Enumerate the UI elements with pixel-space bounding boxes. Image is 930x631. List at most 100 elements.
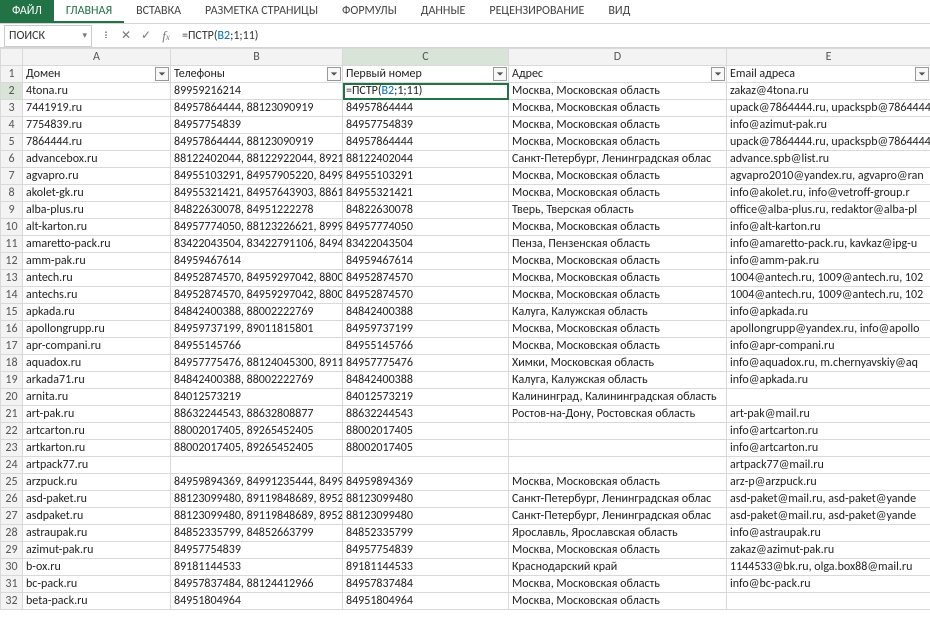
cell[interactable]: Москва, Московская область [509, 287, 727, 304]
select-all-corner[interactable] [1, 49, 23, 66]
tab-insert[interactable]: ВСТАВКА [124, 0, 193, 23]
tab-home[interactable]: ГЛАВНАЯ [54, 0, 124, 23]
row-header[interactable]: 28 [1, 525, 23, 542]
cell[interactable]: 1004@antech.ru, 1009@antech.ru, 102 [727, 287, 930, 304]
cell[interactable]: Москва, Московская область [509, 321, 727, 338]
cell[interactable]: 84957775476, 88124045300, 8911 [171, 355, 343, 372]
cell[interactable]: zakaz@azimut-pak.ru [727, 542, 930, 559]
row-header[interactable]: 13 [1, 270, 23, 287]
cell[interactable] [727, 593, 930, 610]
cell[interactable]: asd-paket.ru [23, 491, 171, 508]
row-header[interactable]: 7 [1, 168, 23, 185]
row-header[interactable]: 6 [1, 151, 23, 168]
row-header[interactable]: 17 [1, 338, 23, 355]
cell[interactable]: office@alba-plus.ru, redaktor@alba-pl [727, 202, 930, 219]
cell[interactable]: Москва, Московская область [509, 593, 727, 610]
cell[interactable]: Москва, Московская область [509, 270, 727, 287]
cell[interactable]: arnita.ru [23, 389, 171, 406]
cell[interactable]: 84959467614 [343, 253, 509, 270]
row-header[interactable]: 20 [1, 389, 23, 406]
cell[interactable]: 84822630078, 84951222278 [171, 202, 343, 219]
fx-button[interactable]: fx [156, 28, 176, 44]
cell[interactable]: 7441919.ru [23, 100, 171, 117]
header-cell[interactable]: Адрес [509, 66, 727, 83]
cell[interactable]: info@apkada.ru [727, 372, 930, 389]
row-header[interactable]: 19 [1, 372, 23, 389]
row-header[interactable]: 31 [1, 576, 23, 593]
cell[interactable]: 84852335799 [343, 525, 509, 542]
cell[interactable]: 88002017405, 89265452405 [171, 423, 343, 440]
cell[interactable]: Ярославль, Ярославская область [509, 525, 727, 542]
filter-dropdown-button[interactable] [711, 67, 725, 81]
cell[interactable]: 84955321421, 84957643903, 8861 [171, 185, 343, 202]
cell[interactable]: Химки, Московская область [509, 355, 727, 372]
cell[interactable]: 84957837484 [343, 576, 509, 593]
cell[interactable] [509, 457, 727, 474]
filter-dropdown-button[interactable] [493, 67, 507, 81]
cell[interactable]: 7754839.ru [23, 117, 171, 134]
row-header[interactable]: 10 [1, 219, 23, 236]
cell[interactable]: astraupak.ru [23, 525, 171, 542]
cell[interactable]: apr-compani.ru [23, 338, 171, 355]
cell[interactable]: zakaz@4tona.ru [727, 83, 930, 100]
cell[interactable]: artpack77.ru [23, 457, 171, 474]
cell[interactable]: 84957864444, 88123090919 [171, 134, 343, 151]
cancel-formula-button[interactable]: ✕ [116, 28, 136, 43]
cell[interactable]: 84957864444 [343, 100, 509, 117]
cell[interactable]: 84957754839 [171, 542, 343, 559]
formula-input[interactable]: =ПСТР(B2;1;11) [176, 27, 930, 45]
cell[interactable]: 7864444.ru [23, 134, 171, 151]
cell[interactable]: info@amm-pak.ru [727, 253, 930, 270]
cell[interactable]: 89181144533 [343, 559, 509, 576]
cell[interactable]: 88123099480 [343, 508, 509, 525]
row-header[interactable]: 3 [1, 100, 23, 117]
cell[interactable]: aquadox.ru [23, 355, 171, 372]
cell[interactable]: 83422043504, 83422791106, 8494 [171, 236, 343, 253]
cell[interactable]: 4tona.ru [23, 83, 171, 100]
row-header[interactable]: 8 [1, 185, 23, 202]
cell[interactable]: 88123099480, 89119848689, 8952 [171, 508, 343, 525]
row-header[interactable]: 1 [1, 66, 23, 83]
cell[interactable]: artpack77@mail.ru [727, 457, 930, 474]
cell[interactable]: Москва, Московская область [509, 168, 727, 185]
filter-dropdown-button[interactable] [155, 67, 169, 81]
row-header[interactable]: 26 [1, 491, 23, 508]
cell[interactable]: 84012573219 [171, 389, 343, 406]
cell[interactable]: info@apr-compani.ru [727, 338, 930, 355]
cell[interactable]: Тверь, Тверская область [509, 202, 727, 219]
cell[interactable]: amaretto-pack.ru [23, 236, 171, 253]
cell[interactable]: asd-paket@mail.ru, asd-paket@yande [727, 491, 930, 508]
cell[interactable]: info@azimut-pak.ru [727, 117, 930, 134]
cell[interactable]: antech.ru [23, 270, 171, 287]
cell[interactable]: 84951804964 [171, 593, 343, 610]
cell[interactable]: Краснодарский край [509, 559, 727, 576]
cell[interactable]: 88632244543 [343, 406, 509, 423]
cell[interactable]: azimut-pak.ru [23, 542, 171, 559]
cell[interactable]: info@akolet.ru, info@vetroff-group.r [727, 185, 930, 202]
header-cell[interactable]: Email адреса [727, 66, 930, 83]
row-header[interactable]: 23 [1, 440, 23, 457]
row-header[interactable]: 14 [1, 287, 23, 304]
cell[interactable]: info@bc-pack.ru [727, 576, 930, 593]
cell[interactable]: Пенза, Пензенская область [509, 236, 727, 253]
row-header[interactable]: 32 [1, 593, 23, 610]
spreadsheet-grid[interactable]: A B C D E 1ДоменТелефоныПервый номерАдре… [0, 48, 930, 610]
cell[interactable]: Ростов-на-Дону, Ростовская область [509, 406, 727, 423]
cell[interactable]: Москва, Московская область [509, 219, 727, 236]
cell[interactable]: info@aquadox.ru, m.chernyavskiy@aq [727, 355, 930, 372]
cell[interactable]: 84952874570, 84959297042, 8800 [171, 287, 343, 304]
tab-file[interactable]: ФАЙЛ [0, 0, 54, 23]
row-header[interactable]: 12 [1, 253, 23, 270]
filter-dropdown-button[interactable] [915, 67, 929, 81]
cell[interactable]: 84959737199, 89011815801 [171, 321, 343, 338]
cell[interactable]: 88122402044, 88122922044, 8921 [171, 151, 343, 168]
cell[interactable]: 84842400388, 88002222769 [171, 372, 343, 389]
row-header[interactable]: 2 [1, 83, 23, 100]
cell[interactable] [727, 389, 930, 406]
cell[interactable]: 88002017405 [343, 440, 509, 457]
cell[interactable]: antechs.ru [23, 287, 171, 304]
row-header[interactable]: 24 [1, 457, 23, 474]
cell[interactable]: apollongrupp.ru [23, 321, 171, 338]
cell[interactable]: Москва, Московская область [509, 185, 727, 202]
header-cell[interactable]: Первый номер [343, 66, 509, 83]
